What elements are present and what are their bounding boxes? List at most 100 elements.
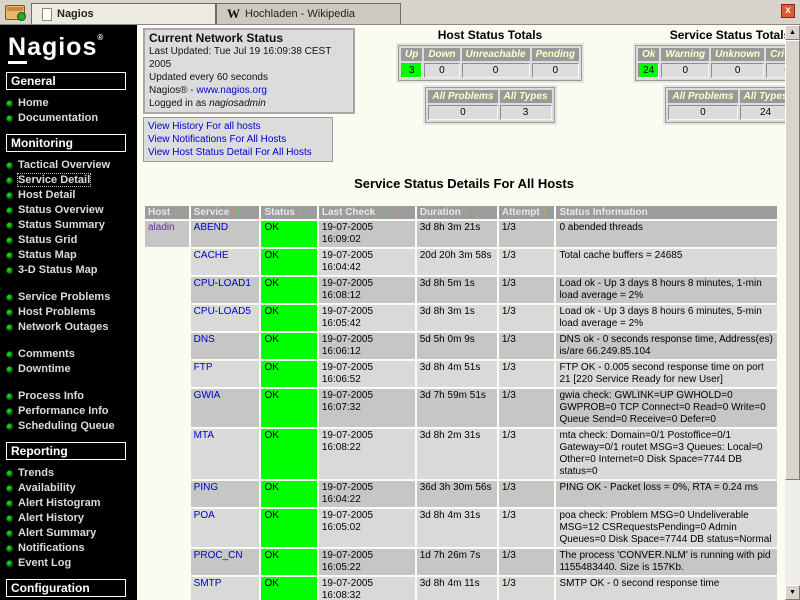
scroll-down-icon[interactable]: ▼ (785, 585, 800, 600)
column-header-service[interactable]: Service ↑↓ (190, 206, 260, 219)
service-totals-main: OkWarningUnknownCriticalPending240000 (635, 45, 785, 81)
service-cell[interactable]: CPU-LOAD5 (190, 305, 260, 331)
sort-desc-icon[interactable]: ↓ (383, 207, 388, 217)
scrollbar-thumb[interactable] (785, 40, 800, 480)
last-check-cell: 19-07-2005 16:07:32 (318, 389, 415, 427)
link-view-host-status-detail-for-all-hosts[interactable]: View Host Status Detail For All Hosts (148, 146, 328, 159)
totals-value-all-types[interactable]: 24 (739, 105, 785, 120)
totals-value-pending[interactable]: 0 (531, 63, 580, 78)
sidebar-item-home[interactable]: Home (6, 97, 49, 109)
duration-cell: 3d 8h 2m 31s (416, 429, 497, 479)
column-header-last-check[interactable]: Last Check ↑↓ (318, 206, 415, 219)
service-link[interactable]: DNS (194, 334, 215, 345)
last-check-cell: 19-07-2005 16:08:32 (318, 577, 415, 600)
sidebar-item-trends[interactable]: Trends (6, 467, 54, 479)
sidebar-item-notifications[interactable]: Notifications (6, 542, 85, 554)
duration-cell: 3d 8h 4m 31s (416, 509, 497, 547)
sidebar-item-alert-histogram[interactable]: Alert Histogram (6, 497, 101, 509)
service-link[interactable]: SMTP (194, 578, 222, 589)
sidebar-item-alert-history[interactable]: Alert History (6, 512, 84, 524)
service-cell[interactable]: CPU-LOAD1 (190, 277, 260, 303)
sidebar-item-alert-summary[interactable]: Alert Summary (6, 527, 96, 539)
link-view-history-for-all-hosts[interactable]: View History For all hosts (148, 120, 328, 133)
column-header-attempt[interactable]: Attempt ↑↓ (498, 206, 555, 219)
link-view-notifications-for-all-hosts[interactable]: View Notifications For All Hosts (148, 133, 328, 146)
service-link[interactable]: PING (194, 482, 218, 493)
sidebar-item-status-overview[interactable]: Status Overview (6, 204, 104, 216)
sort-desc-icon[interactable]: ↓ (468, 207, 473, 217)
totals-value-unknown[interactable]: 0 (711, 63, 765, 78)
totals-value-all-problems[interactable]: 0 (428, 105, 498, 120)
service-cell[interactable]: DNS (190, 333, 260, 359)
sort-desc-icon[interactable]: ↓ (237, 207, 242, 217)
column-header-status[interactable]: Status ↑↓ (261, 206, 317, 219)
service-cell[interactable]: SMTP (190, 577, 260, 600)
totals-value-down[interactable]: 0 (424, 63, 460, 78)
column-header-duration[interactable]: Duration ↑↓ (416, 206, 497, 219)
service-cell[interactable]: MTA (190, 429, 260, 479)
close-tab-icon[interactable]: x (781, 4, 795, 18)
status-badge: OK (261, 549, 317, 575)
tab-nagios[interactable]: Nagios (31, 3, 216, 24)
service-cell[interactable]: GWIA (190, 389, 260, 427)
service-cell[interactable]: PING (190, 481, 260, 507)
sidebar-item-service-detail[interactable]: Service Detail (6, 173, 92, 187)
service-link[interactable]: GWIA (194, 390, 221, 401)
sidebar-item-documentation[interactable]: Documentation (6, 112, 98, 124)
totals-value-ok[interactable]: 24 (638, 63, 660, 78)
totals-value-warning[interactable]: 0 (661, 63, 710, 78)
sidebar-item-scheduling-queue[interactable]: Scheduling Queue (6, 420, 115, 432)
totals-value-all-types[interactable]: 3 (499, 105, 552, 120)
sidebar-item-event-log[interactable]: Event Log (6, 557, 71, 569)
sort-desc-icon[interactable]: ↓ (178, 207, 183, 217)
table-row: GWIA OK 19-07-2005 16:07:32 3d 7h 59m 51s 1/… (145, 389, 777, 427)
service-cell[interactable]: FTP (190, 361, 260, 387)
sort-desc-icon[interactable]: ↓ (302, 207, 307, 217)
vertical-scrollbar[interactable]: ▲ ▼ (785, 25, 800, 600)
sidebar-item-status-map[interactable]: Status Map (6, 249, 77, 261)
sidebar-item-host-detail[interactable]: Host Detail (6, 189, 75, 201)
service-cell[interactable]: POA (190, 509, 260, 547)
totals-value-unreachable[interactable]: 0 (461, 63, 530, 78)
column-header-host[interactable]: Host ↑↓ (145, 206, 189, 219)
totals-value-up[interactable]: 3 (400, 63, 423, 78)
nagios-org-link[interactable]: www.nagios.org (196, 85, 267, 96)
totals-value-all-problems[interactable]: 0 (668, 105, 738, 120)
tab-wikipedia[interactable]: W Hochladen - Wikipedia (216, 3, 401, 24)
sidebar-item-network-outages[interactable]: Network Outages (6, 321, 108, 333)
browser-app-icon[interactable] (5, 5, 26, 21)
scroll-up-icon[interactable]: ▲ (785, 25, 800, 40)
sidebar-item-availability[interactable]: Availability (6, 482, 76, 494)
sidebar-item-comments[interactable]: Comments (6, 348, 75, 360)
sidebar-item-label: Performance Info (18, 405, 109, 417)
host-link[interactable]: aladin (148, 222, 175, 233)
service-link[interactable]: CACHE (194, 250, 229, 261)
service-link[interactable]: CPU-LOAD5 (194, 306, 251, 317)
service-link[interactable]: ABEND (194, 222, 228, 233)
service-link[interactable]: PROC_CN (194, 550, 243, 561)
service-cell[interactable]: CACHE (190, 249, 260, 275)
host-cell (145, 549, 189, 575)
sidebar-item-host-problems[interactable]: Host Problems (6, 306, 96, 318)
service-link[interactable]: POA (194, 510, 215, 521)
sidebar-item-performance-info[interactable]: Performance Info (6, 405, 108, 417)
sidebar-item-status-summary[interactable]: Status Summary (6, 219, 105, 231)
service-cell[interactable]: ABEND (190, 221, 260, 247)
host-cell[interactable]: aladin (145, 221, 189, 247)
network-status-title: Current Network Status (149, 31, 284, 45)
sidebar-item-3-d-status-map[interactable]: 3-D Status Map (6, 264, 97, 276)
sidebar-item-process-info[interactable]: Process Info (6, 390, 84, 402)
service-cell[interactable]: PROC_CN (190, 549, 260, 575)
sidebar-item-label: Documentation (18, 112, 99, 124)
service-link[interactable]: MTA (194, 430, 214, 441)
service-link[interactable]: FTP (194, 362, 213, 373)
sidebar-item-status-grid[interactable]: Status Grid (6, 234, 77, 246)
last-check-cell: 19-07-2005 16:08:12 (318, 277, 415, 303)
sidebar-item-downtime[interactable]: Downtime (6, 363, 71, 375)
sort-desc-icon[interactable]: ↓ (547, 207, 552, 217)
sidebar-item-service-problems[interactable]: Service Problems (6, 291, 110, 303)
service-link[interactable]: CPU-LOAD1 (194, 278, 251, 289)
sidebar-item-tactical-overview[interactable]: Tactical Overview (6, 159, 110, 171)
totals-value-critical[interactable]: 0 (766, 63, 785, 78)
sidebar-item-label: Status Summary (18, 219, 105, 231)
